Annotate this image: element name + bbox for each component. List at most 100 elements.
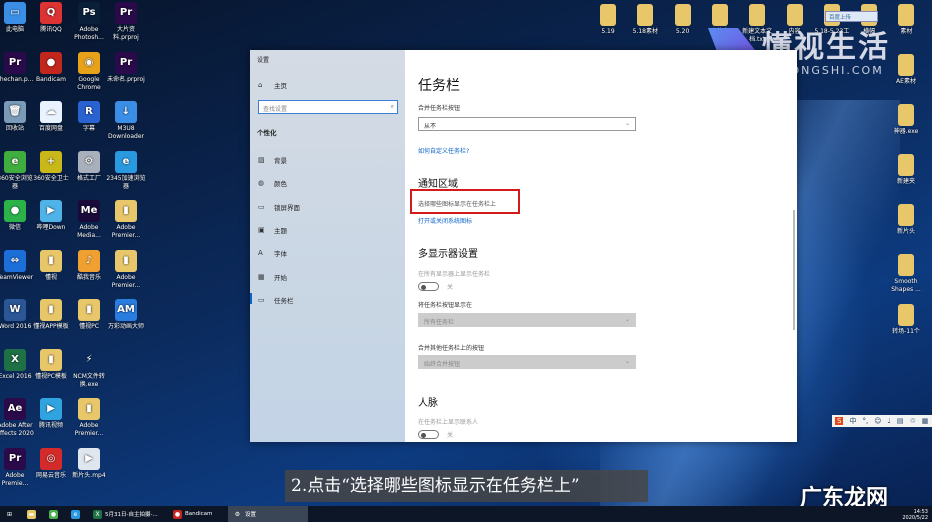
- taskbar-app-icon: ●: [49, 509, 58, 519]
- desktop-icon[interactable]: 5.20: [663, 2, 703, 36]
- tools-icon[interactable]: ▦: [922, 417, 929, 425]
- nav-item[interactable]: ◍ 颜色: [258, 178, 287, 188]
- desktop-icon[interactable]: ◉ Google Chrome: [69, 50, 109, 92]
- desktop-icon[interactable]: ▮ 懂视PC: [69, 297, 109, 331]
- toggle-state: 关: [447, 432, 454, 439]
- nav-item[interactable]: A 字体: [258, 248, 287, 258]
- desktop-icon[interactable]: ▶ 腾讯视频: [31, 396, 71, 430]
- desktop-icon[interactable]: ▮ 懂视APP模板: [31, 297, 71, 331]
- toggle-switch[interactable]: [418, 282, 439, 291]
- desktop-icon[interactable]: ▮ Adobe Premier...: [106, 198, 146, 240]
- desktop-icon[interactable]: ↓ M3U8 Downloader: [106, 99, 146, 141]
- nav-item[interactable]: ▣ 主题: [258, 225, 287, 235]
- toggle-switch[interactable]: [418, 430, 439, 439]
- customize-link[interactable]: 如何自定义任务栏?: [418, 146, 469, 155]
- nav-item[interactable]: ▭ 锁屏界面: [258, 202, 300, 212]
- desktop-icon[interactable]: ▶ 哔哩Down: [31, 198, 71, 232]
- desktop-icon-label: 5.18素材: [632, 28, 658, 35]
- desktop-icon[interactable]: 转场-11个: [886, 302, 926, 336]
- search-input[interactable]: 查找设置 ⌕: [258, 100, 398, 114]
- nav-home[interactable]: ⌂ 主页: [258, 80, 287, 90]
- desktop-icon[interactable]: ⇔ TeamViewer: [0, 248, 35, 282]
- nav-item[interactable]: ▭ 任务栏: [250, 292, 294, 305]
- desktop-icon-label: 懂视APP模板: [33, 323, 69, 330]
- search-icon: ⌕: [390, 103, 394, 110]
- desktop-icon[interactable]: +360安全卫士: [31, 149, 71, 183]
- desktop-icon[interactable]: Pr chechan.p...: [0, 50, 35, 84]
- clock[interactable]: 14:53 2020/5/22: [902, 509, 928, 521]
- desktop-icon[interactable]: 神器.exe: [886, 102, 926, 136]
- taskbar-item[interactable]: e: [66, 506, 88, 522]
- combine-dropdown[interactable]: 从不 ⌄: [418, 117, 636, 131]
- desktop-icon[interactable]: Ps Adobe Photosh...: [69, 0, 109, 42]
- desktop-icon[interactable]: ☁ 百度网盘: [31, 99, 71, 133]
- taskbar-item[interactable]: ▬: [22, 506, 44, 522]
- desktop-icon[interactable]: e 2345加速浏览器: [106, 149, 146, 191]
- nav-item[interactable]: ▨ 背景: [258, 155, 287, 165]
- ime-mode[interactable]: 中: [849, 416, 856, 426]
- desktop-icon[interactable]: ● Bandicam: [31, 50, 71, 84]
- desktop-icon[interactable]: Q 腾讯QQ: [31, 0, 71, 34]
- desktop-icon[interactable]: e 360安全浏览器: [0, 149, 35, 191]
- emoji-icon[interactable]: ☺: [874, 417, 881, 425]
- desktop-icon[interactable]: ▮ Adobe Premier...: [69, 396, 109, 438]
- desktop-icon[interactable]: ♪ 酷我音乐: [69, 248, 109, 282]
- taskbar-item[interactable]: ● Bandicam: [168, 506, 228, 522]
- desktop-icon[interactable]: ▮ 懂视PC模板: [31, 347, 71, 381]
- desktop-icon[interactable]: Pr Adobe Premie...: [0, 446, 35, 488]
- people-heading: 人脉: [418, 398, 438, 409]
- sogou-icon[interactable]: S: [835, 417, 844, 425]
- taskbar-item-label: 设置: [245, 512, 257, 518]
- taskbar-item[interactable]: ⊞: [0, 506, 22, 522]
- people-toggle[interactable]: 关: [418, 430, 453, 439]
- system-icons-link[interactable]: 打开或关闭系统图标: [418, 216, 472, 225]
- taskbar-app-icon: ⊞: [6, 510, 13, 518]
- app-icon: e: [4, 150, 26, 173]
- taskbar-item-label: Bandicam: [185, 511, 213, 517]
- desktop-icon[interactable]: Ae Adobe After Effects 2020: [0, 396, 35, 438]
- desktop-icon[interactable]: 5.19: [588, 2, 628, 36]
- desktop-icon[interactable]: ● 微信: [0, 198, 35, 232]
- multi-show-toggle[interactable]: 关: [418, 282, 453, 291]
- nav-item-label: 字体: [274, 250, 287, 259]
- people-label: 在任务栏上显示联系人: [418, 419, 479, 426]
- app-icon: [898, 204, 914, 226]
- desktop-icon[interactable]: R 字幕: [69, 99, 109, 133]
- punctuation-icon[interactable]: °,: [862, 417, 868, 425]
- keyboard-icon[interactable]: ▤: [897, 417, 904, 425]
- upload-badge[interactable]: 百度上传: [825, 11, 878, 22]
- desktop-icon[interactable]: Me Adobe Media...: [69, 198, 109, 240]
- taskbar-item[interactable]: X 5月31日-自主拍摄-...: [88, 506, 168, 522]
- desktop-icon[interactable]: 5.18素材: [625, 2, 665, 36]
- desktop-icon[interactable]: Pr 大片资料.prproj: [106, 0, 146, 42]
- desktop-icon[interactable]: 🗑 回收站: [0, 99, 35, 133]
- desktop-icon[interactable]: 素材: [886, 2, 926, 36]
- desktop-icon[interactable]: X Excel 2016: [0, 347, 35, 381]
- desktop-icon[interactable]: Pr 未命名.prproj: [106, 50, 146, 84]
- taskbar-item[interactable]: ●: [44, 506, 66, 522]
- desktop-icon[interactable]: AE素材: [886, 52, 926, 86]
- taskbar-item[interactable]: ⚙ 设置: [228, 506, 308, 522]
- combine-other-dropdown[interactable]: 始终合并按钮 ⌄: [418, 355, 636, 369]
- desktop-icon[interactable]: ▶ 新片头.mp4: [69, 446, 109, 480]
- nav-item[interactable]: ▦ 开始: [258, 272, 287, 282]
- desktop-icon[interactable]: ▮ 懂视: [31, 248, 71, 282]
- desktop-icon[interactable]: ⚡ NCM文件转换.exe: [69, 347, 109, 389]
- desktop-icon[interactable]: ▮ Adobe Premier...: [106, 248, 146, 290]
- skin-icon[interactable]: ♲: [909, 417, 915, 425]
- mic-icon[interactable]: ♩: [888, 417, 891, 425]
- show-buttons-dropdown[interactable]: 所有任务栏 ⌄: [418, 313, 636, 327]
- scrollbar[interactable]: [793, 210, 795, 330]
- desktop-icon[interactable]: ⚙ 格式工厂: [69, 149, 109, 183]
- desktop-icon[interactable]: 新片头: [886, 202, 926, 236]
- desktop-icon[interactable]: W Word 2016: [0, 297, 35, 331]
- desktop-icon-label: 新片头.mp4: [72, 471, 106, 479]
- chevron-down-icon: ⌄: [624, 316, 630, 323]
- desktop-icon[interactable]: Smooth Shapes ...: [886, 252, 926, 294]
- desktop-icon[interactable]: ▭ 此电脑: [0, 0, 35, 34]
- app-icon: [898, 154, 914, 176]
- desktop-icon[interactable]: ◎ 网易云音乐: [31, 446, 71, 480]
- desktop-icon[interactable]: AM 万彩动画大师: [106, 297, 146, 331]
- desktop-icon[interactable]: 新建夹: [886, 152, 926, 186]
- app-icon: e: [115, 150, 137, 173]
